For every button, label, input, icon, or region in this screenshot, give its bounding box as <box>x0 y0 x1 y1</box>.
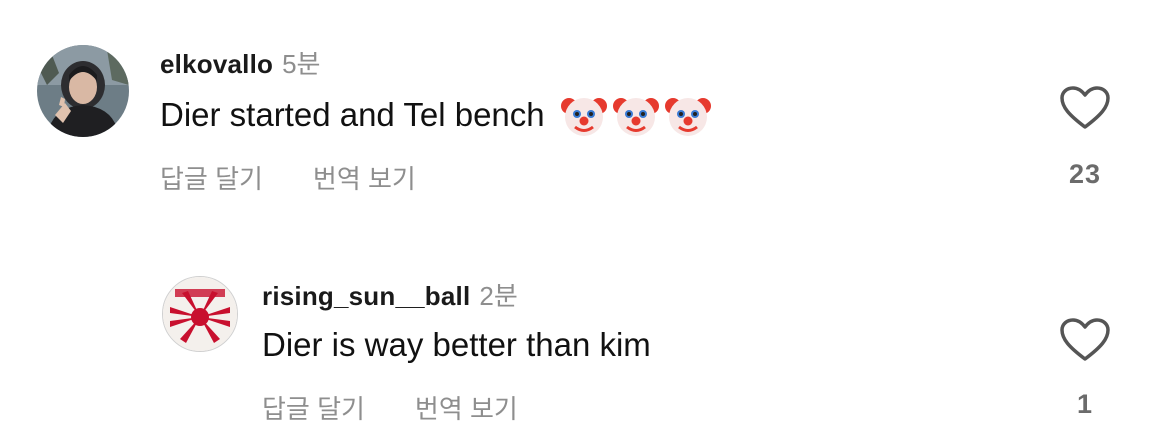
clown-face-emoji-icon <box>664 92 711 138</box>
username[interactable]: elkovallo <box>160 49 273 80</box>
comment-body: rising_sun__ball 2분 Dier is way better t… <box>262 276 651 426</box>
user-avatar-photo-icon <box>37 45 129 137</box>
comment-item: elkovallo 5분 Dier started and Tel bench <box>0 0 1170 220</box>
like-count: 23 <box>1068 159 1102 189</box>
avatar[interactable] <box>162 276 238 352</box>
emoji-group <box>560 92 711 138</box>
username[interactable]: rising_sun__ball <box>262 281 470 312</box>
comment-meta: rising_sun__ball 2분 <box>262 276 651 313</box>
rising-sun-flag-avatar-icon <box>163 277 237 351</box>
like-count: 1 <box>1076 389 1094 419</box>
translate-button[interactable]: 번역 보기 <box>313 159 416 196</box>
comment-actions: 답글 달기 번역 보기 <box>262 389 651 426</box>
like-area: 1 <box>1045 317 1125 420</box>
avatar[interactable] <box>37 45 129 137</box>
timestamp: 2분 <box>479 281 518 311</box>
comment-text-content: Dier started and Tel bench <box>160 96 545 133</box>
translate-button[interactable]: 번역 보기 <box>415 389 518 426</box>
comment-text: Dier is way better than kim <box>262 323 651 367</box>
clown-face-emoji-icon <box>560 92 607 138</box>
comment-text: Dier started and Tel bench <box>160 93 711 137</box>
reply-comment-item: rising_sun__ball 2분 Dier is way better t… <box>0 220 1170 447</box>
timestamp: 5분 <box>282 49 321 79</box>
like-area: 23 <box>1045 85 1125 190</box>
heart-icon[interactable] <box>1045 85 1125 131</box>
comment-actions: 답글 달기 번역 보기 <box>160 159 711 196</box>
comment-meta: elkovallo 5분 <box>160 44 711 81</box>
comment-text-content: Dier is way better than kim <box>262 326 651 363</box>
heart-icon[interactable] <box>1045 317 1125 363</box>
clown-face-emoji-icon <box>612 92 659 138</box>
reply-button[interactable]: 답글 달기 <box>160 159 263 196</box>
reply-button[interactable]: 답글 달기 <box>262 389 365 426</box>
comment-body: elkovallo 5분 Dier started and Tel bench <box>160 44 711 196</box>
